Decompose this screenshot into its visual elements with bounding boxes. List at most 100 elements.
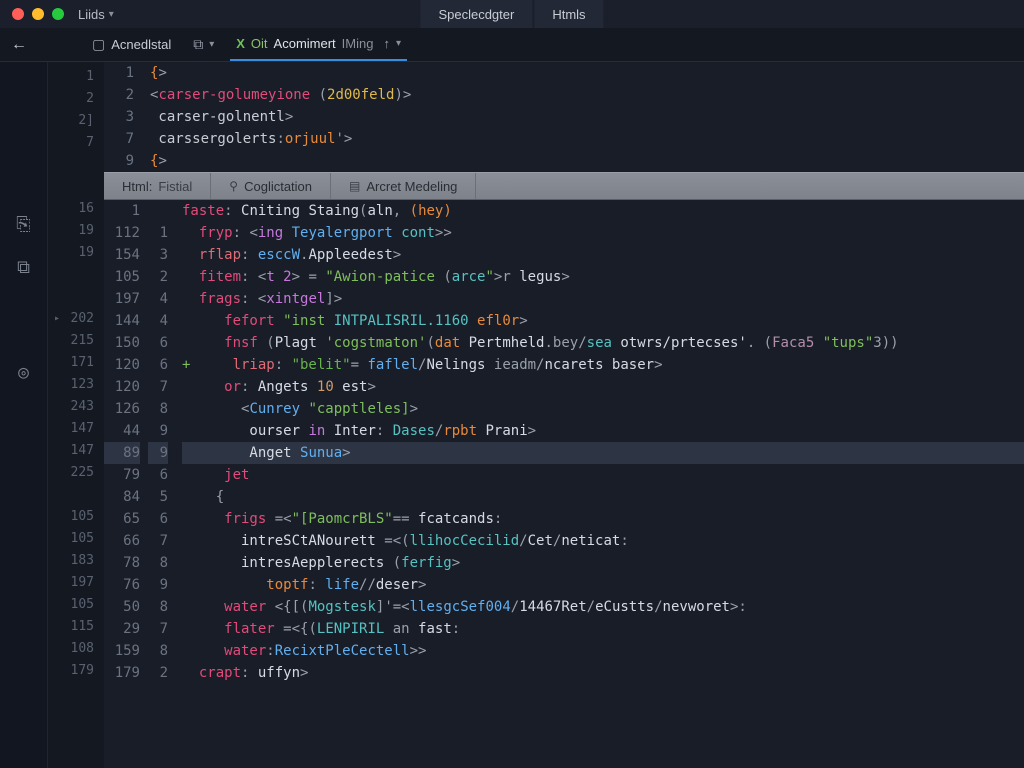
- activity-item-1[interactable]: ⎘: [16, 214, 30, 235]
- gutter-line: 89: [104, 442, 140, 464]
- outer-gutter-line: 108: [48, 638, 104, 660]
- outer-gutter-line: 215: [48, 330, 104, 352]
- code-line[interactable]: frags: <xintgel]>: [182, 288, 1024, 310]
- outer-gutter-line: 105: [48, 506, 104, 528]
- gutter-line: 8: [148, 552, 168, 574]
- code-line[interactable]: toptf: life//deser>: [182, 574, 1024, 596]
- code-line[interactable]: Anget Sunua>: [182, 442, 1024, 464]
- arrow-up-icon[interactable]: ↑: [383, 36, 390, 51]
- gutter-line: 7: [148, 530, 168, 552]
- gutter-line: 6: [148, 508, 168, 530]
- gutter-line: 50: [104, 596, 140, 618]
- outer-gutter-line: 147: [48, 418, 104, 440]
- inner-tab-suffix: Fistial: [158, 179, 192, 194]
- code-line[interactable]: fnsf (Plagt 'cogstmaton'(dat Pertmheld.b…: [182, 332, 1024, 354]
- inner-tab-label: Coglictation: [244, 179, 312, 194]
- code-line[interactable]: flater =<{(LENPIRIL an fast:: [182, 618, 1024, 640]
- maximize-window-button[interactable]: [52, 8, 64, 20]
- gutter-line: 44: [104, 420, 140, 442]
- chevron-down-icon: ▾: [209, 39, 214, 50]
- title-tab-2[interactable]: Htmls: [534, 0, 603, 28]
- breadcrumb-file[interactable]: ▢ Acnedlstal: [86, 28, 177, 61]
- code-line[interactable]: carssergolerts:orjuul'>: [150, 128, 1024, 150]
- gutter-line: 6: [148, 464, 168, 486]
- gutter-line: 76: [104, 574, 140, 596]
- code-line[interactable]: water <{[(Mogstesk]'=<llesgcSef004/14467…: [182, 596, 1024, 618]
- inner-tab-label: Arcret Medeling: [366, 179, 457, 194]
- inner-tab-html[interactable]: Html: Fistial: [104, 173, 211, 199]
- outer-gutter-line: 16: [48, 198, 104, 220]
- outer-gutter-line: 19: [48, 242, 104, 264]
- gutter-line: [148, 200, 168, 222]
- project-dropdown[interactable]: Liids ▾: [78, 7, 114, 22]
- outer-gutter-line: [48, 264, 104, 286]
- code-line[interactable]: crapt: uffyn>: [182, 662, 1024, 684]
- code-line[interactable]: intresAepplerects (ferfig>: [182, 552, 1024, 574]
- code-line[interactable]: {: [182, 486, 1024, 508]
- inner-tab-config[interactable]: ⚲ Coglictation: [211, 173, 331, 199]
- gutter-line: 6: [148, 354, 168, 376]
- title-tabs: Speclecdgter Htmls: [420, 0, 603, 28]
- code-line[interactable]: {>: [150, 150, 1024, 172]
- code-line[interactable]: fryp: <ing Teyalergport cont>>: [182, 222, 1024, 244]
- minimize-window-button[interactable]: [32, 8, 44, 20]
- inner-tab-modeling[interactable]: ▤ Arcret Medeling: [331, 173, 476, 199]
- activity-item-2[interactable]: ⧉: [17, 257, 30, 278]
- gutter-line: 29: [104, 618, 140, 640]
- outer-line-gutter: 122]7 161919 202215171123243147147225 10…: [48, 62, 104, 768]
- outer-gutter-line: 202: [48, 308, 104, 330]
- gutter-line: 66: [104, 530, 140, 552]
- outer-gutter-line: 1: [48, 66, 104, 88]
- breadcrumb-copy[interactable]: ⧉ ▾: [187, 28, 220, 61]
- outer-gutter-line: 2: [48, 88, 104, 110]
- breadcrumb-file-label: Acnedlstal: [111, 37, 171, 52]
- gutter-line: 8: [148, 398, 168, 420]
- gutter-line: 4: [148, 288, 168, 310]
- outer-gutter-line: [48, 484, 104, 506]
- activity-item-3[interactable]: ◎: [18, 362, 29, 383]
- code-line[interactable]: or: Angets 10 est>: [182, 376, 1024, 398]
- bottom-pane-code[interactable]: faste: Cniting Staing(aln, (hey) fryp: <…: [176, 200, 1024, 768]
- code-line[interactable]: + lriap: "belit"= faflel/Nelings ieadm/n…: [182, 354, 1024, 376]
- window-controls: [12, 8, 64, 20]
- gutter-line: 5: [148, 486, 168, 508]
- code-line[interactable]: fefort "inst INTPALISRIL.1160 efl0r>: [182, 310, 1024, 332]
- gutter-line: 9: [104, 150, 134, 172]
- project-label: Liids: [78, 7, 105, 22]
- gutter-line: 126: [104, 398, 140, 420]
- gutter-line: 2: [148, 266, 168, 288]
- back-button[interactable]: ←: [8, 36, 30, 54]
- outer-gutter-line: 147: [48, 440, 104, 462]
- top-pane-code[interactable]: {><carser-golumeyione (2d00feld)> carser…: [144, 62, 1024, 172]
- code-line[interactable]: water:RecixtPleCectell>>: [182, 640, 1024, 662]
- outer-gutter-line: 105: [48, 594, 104, 616]
- top-editor-pane[interactable]: 12379 {><carser-golumeyione (2d00feld)> …: [104, 62, 1024, 172]
- title-tab-1[interactable]: Speclecdgter: [420, 0, 532, 28]
- code-line[interactable]: <carser-golumeyione (2d00feld)>: [150, 84, 1024, 106]
- code-line[interactable]: <Cunrey "capptleles]>: [182, 398, 1024, 420]
- chevron-down-icon: ▾: [109, 9, 114, 20]
- gutter-line: 8: [148, 640, 168, 662]
- main-area: ⎘ ⧉ ◎ 122]7 161919 202215171123243147147…: [0, 62, 1024, 768]
- close-tab-icon[interactable]: X: [236, 36, 245, 51]
- gutter-line: 7: [148, 618, 168, 640]
- code-line[interactable]: {>: [150, 62, 1024, 84]
- code-line[interactable]: carser-golnentl>: [150, 106, 1024, 128]
- gutter-line: 2: [104, 84, 134, 106]
- code-line[interactable]: frigs =<"[PaomcrBLS"== fcatcands:: [182, 508, 1024, 530]
- outer-gutter-line: 123: [48, 374, 104, 396]
- close-window-button[interactable]: [12, 8, 24, 20]
- gutter-line: 1: [104, 200, 140, 222]
- code-line[interactable]: ourser in Inter: Dases/rpbt Prani>: [182, 420, 1024, 442]
- outer-gutter-line: 19: [48, 220, 104, 242]
- code-line[interactable]: jet: [182, 464, 1024, 486]
- active-editor-tab[interactable]: X Oit Acomimert IMing ↑ ▾: [230, 28, 407, 61]
- code-line[interactable]: intreSCtANourett =<(llihocCecilid/Cet/ne…: [182, 530, 1024, 552]
- gutter-line: 159: [104, 640, 140, 662]
- bottom-editor-pane[interactable]: 1112154105197144150120120126448979846566…: [104, 200, 1024, 768]
- code-line[interactable]: rflap: esccW.Appleedest>: [182, 244, 1024, 266]
- code-line[interactable]: fitem: <t 2> = "Awion-patice (arce">r le…: [182, 266, 1024, 288]
- toolbar: ← ▢ Acnedlstal ⧉ ▾ X Oit Acomimert IMing…: [0, 28, 1024, 62]
- gutter-line: 6: [148, 332, 168, 354]
- code-line[interactable]: faste: Cniting Staing(aln, (hey): [182, 200, 1024, 222]
